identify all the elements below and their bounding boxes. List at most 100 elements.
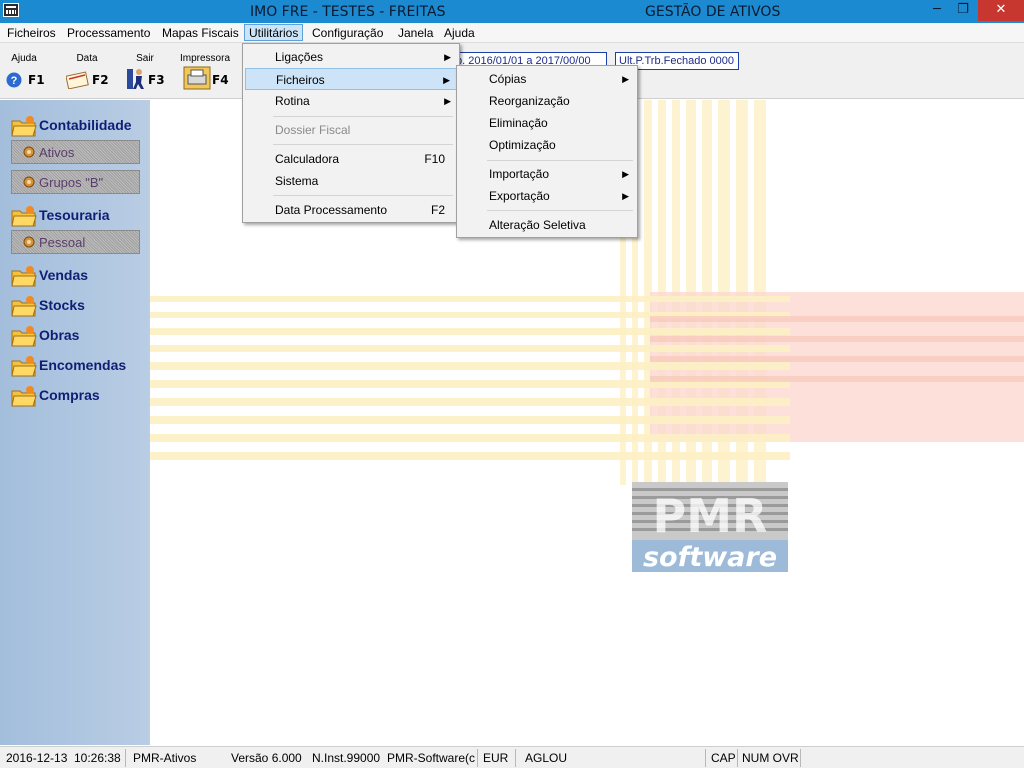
folder-icon	[11, 266, 37, 287]
menu-item-data-processamento[interactable]: Data Processamento F2	[245, 199, 457, 221]
menu-item-label: Ficheiros	[276, 73, 325, 87]
menu-utilitarios[interactable]: Utilitários	[244, 24, 304, 41]
sidebar-item-encomendas[interactable]: Encomendas	[8, 352, 144, 378]
sidebar-item-label: Obras	[39, 327, 80, 343]
status-company: PMR-Software(c)	[387, 751, 475, 765]
menu-bar: Ficheiros Processamento Mapas Fiscais Ut…	[0, 23, 1024, 43]
menu-ficheiros[interactable]: Ficheiros	[3, 25, 60, 42]
status-divider	[705, 749, 706, 767]
sidebar-item-label: Stocks	[39, 297, 85, 313]
status-caps-lock: CAP	[711, 751, 736, 765]
menu-separator	[273, 116, 453, 117]
menu-item-label: Sistema	[275, 174, 319, 188]
menu-item-label: Alteração Seletiva	[489, 218, 586, 232]
logo-text-pmr: PMR	[653, 489, 768, 543]
folder-icon	[11, 206, 37, 227]
menu-item-importacao[interactable]: Importação ▶	[459, 163, 635, 185]
submenu-arrow-icon: ▶	[444, 96, 451, 106]
menu-item-optimizacao[interactable]: Optimização	[459, 134, 635, 156]
module-sidebar: Contabilidade Ativos Grupos "B" Tesourar…	[0, 100, 150, 745]
menu-item-ficheiros[interactable]: Ficheiros ▶	[245, 68, 457, 90]
close-button[interactable]: ✕	[978, 0, 1024, 21]
menu-item-label: Calculadora	[275, 152, 340, 166]
menu-item-exportacao[interactable]: Exportação ▶	[459, 185, 635, 207]
menu-processamento[interactable]: Processamento	[63, 25, 154, 42]
status-time: 10:26:38	[74, 751, 121, 765]
sidebar-item-label: Ativos	[39, 145, 75, 160]
status-app: PMR-Ativos	[133, 751, 197, 765]
folder-icon	[11, 296, 37, 317]
sidebar-item-grupos-b[interactable]: Grupos "B"	[11, 170, 140, 194]
sidebar-item-obras[interactable]: Obras	[8, 322, 144, 348]
folder-icon	[11, 386, 37, 407]
sidebar-item-stocks[interactable]: Stocks	[8, 292, 144, 318]
menu-item-ligacoes[interactable]: Ligações ▶	[245, 46, 457, 68]
help-tool-button[interactable]: Ajuda ? F1	[2, 51, 52, 91]
tool-label: Sair	[136, 53, 154, 64]
gear-icon	[23, 236, 35, 248]
gear-icon	[23, 176, 35, 188]
sidebar-item-contabilidade[interactable]: Contabilidade	[8, 112, 144, 138]
sidebar-item-label: Grupos "B"	[39, 175, 104, 190]
menu-item-sistema[interactable]: Sistema	[245, 170, 457, 192]
status-divider	[125, 749, 126, 767]
menu-item-label: Cópias	[489, 72, 527, 86]
module-title: GESTÃO DE ATIVOS	[645, 4, 781, 20]
status-user: AGLOU	[525, 751, 568, 765]
menu-configuracao[interactable]: Configuração	[308, 25, 387, 42]
sidebar-item-vendas[interactable]: Vendas	[8, 262, 144, 288]
menu-item-reorganizacao[interactable]: Reorganização	[459, 90, 635, 112]
menu-separator	[487, 160, 633, 161]
menu-item-label: Optimização	[489, 138, 556, 152]
gear-icon	[23, 146, 35, 158]
sidebar-item-compras[interactable]: Compras	[8, 382, 144, 408]
status-divider	[737, 749, 738, 767]
printer-icon	[183, 66, 211, 90]
tool-label: Data	[76, 53, 98, 64]
menu-separator	[273, 144, 453, 145]
sidebar-item-label: Tesouraria	[39, 207, 110, 223]
menu-separator	[487, 210, 633, 211]
sidebar-item-ativos[interactable]: Ativos	[11, 140, 140, 164]
menu-item-label: Rotina	[275, 94, 310, 108]
app-logo-icon[interactable]	[3, 3, 19, 17]
pmr-logo: PMR software	[632, 482, 788, 573]
menu-item-label: Eliminação	[489, 116, 548, 130]
menu-janela[interactable]: Janela	[394, 25, 437, 42]
status-num-ovr: NUM OVR	[742, 751, 799, 765]
printer-tool-button[interactable]: Impressora F4	[180, 51, 230, 91]
menu-ajuda[interactable]: Ajuda	[440, 25, 479, 42]
menu-item-rotina[interactable]: Rotina ▶	[245, 90, 457, 112]
menu-item-alteracao-seletiva[interactable]: Alteração Seletiva	[459, 214, 635, 236]
menu-item-dossier-fiscal: Dossier Fiscal	[245, 119, 457, 141]
tool-shortcut: F2	[92, 73, 109, 87]
sidebar-item-label: Vendas	[39, 267, 89, 283]
status-divider	[515, 749, 516, 767]
menu-item-shortcut: F10	[424, 152, 445, 166]
menu-item-copias[interactable]: Cópias ▶	[459, 68, 635, 90]
folder-icon	[11, 356, 37, 377]
sidebar-item-pessoal[interactable]: Pessoal	[11, 230, 140, 254]
exit-tool-button[interactable]: Sair F3	[122, 51, 172, 91]
svg-text:?: ?	[11, 75, 18, 87]
maximize-button[interactable]: ❐	[948, 0, 978, 21]
sidebar-item-label: Encomendas	[39, 357, 127, 373]
status-divider	[800, 749, 801, 767]
tool-label: Ajuda	[11, 53, 37, 64]
exit-icon	[127, 69, 144, 89]
menu-item-eliminacao[interactable]: Eliminação	[459, 112, 635, 134]
status-divider	[477, 749, 478, 767]
menu-item-calculadora[interactable]: Calculadora F10	[245, 148, 457, 170]
date-tool-button[interactable]: Data F2	[62, 51, 112, 91]
ficheiros-submenu: Cópias ▶ Reorganização Eliminação Optimi…	[456, 65, 638, 238]
menu-item-shortcut: F2	[430, 203, 445, 217]
sidebar-item-label: Contabilidade	[39, 117, 132, 133]
submenu-arrow-icon: ▶	[622, 169, 629, 179]
tool-shortcut: F4	[212, 73, 229, 87]
status-version: Versão 6.000	[231, 751, 302, 765]
menu-mapas-fiscais[interactable]: Mapas Fiscais	[158, 25, 243, 42]
submenu-arrow-icon: ▶	[622, 191, 629, 201]
help-icon: ?	[6, 72, 22, 88]
tool-label: Impressora	[180, 53, 231, 64]
sidebar-item-tesouraria[interactable]: Tesouraria	[8, 202, 144, 228]
